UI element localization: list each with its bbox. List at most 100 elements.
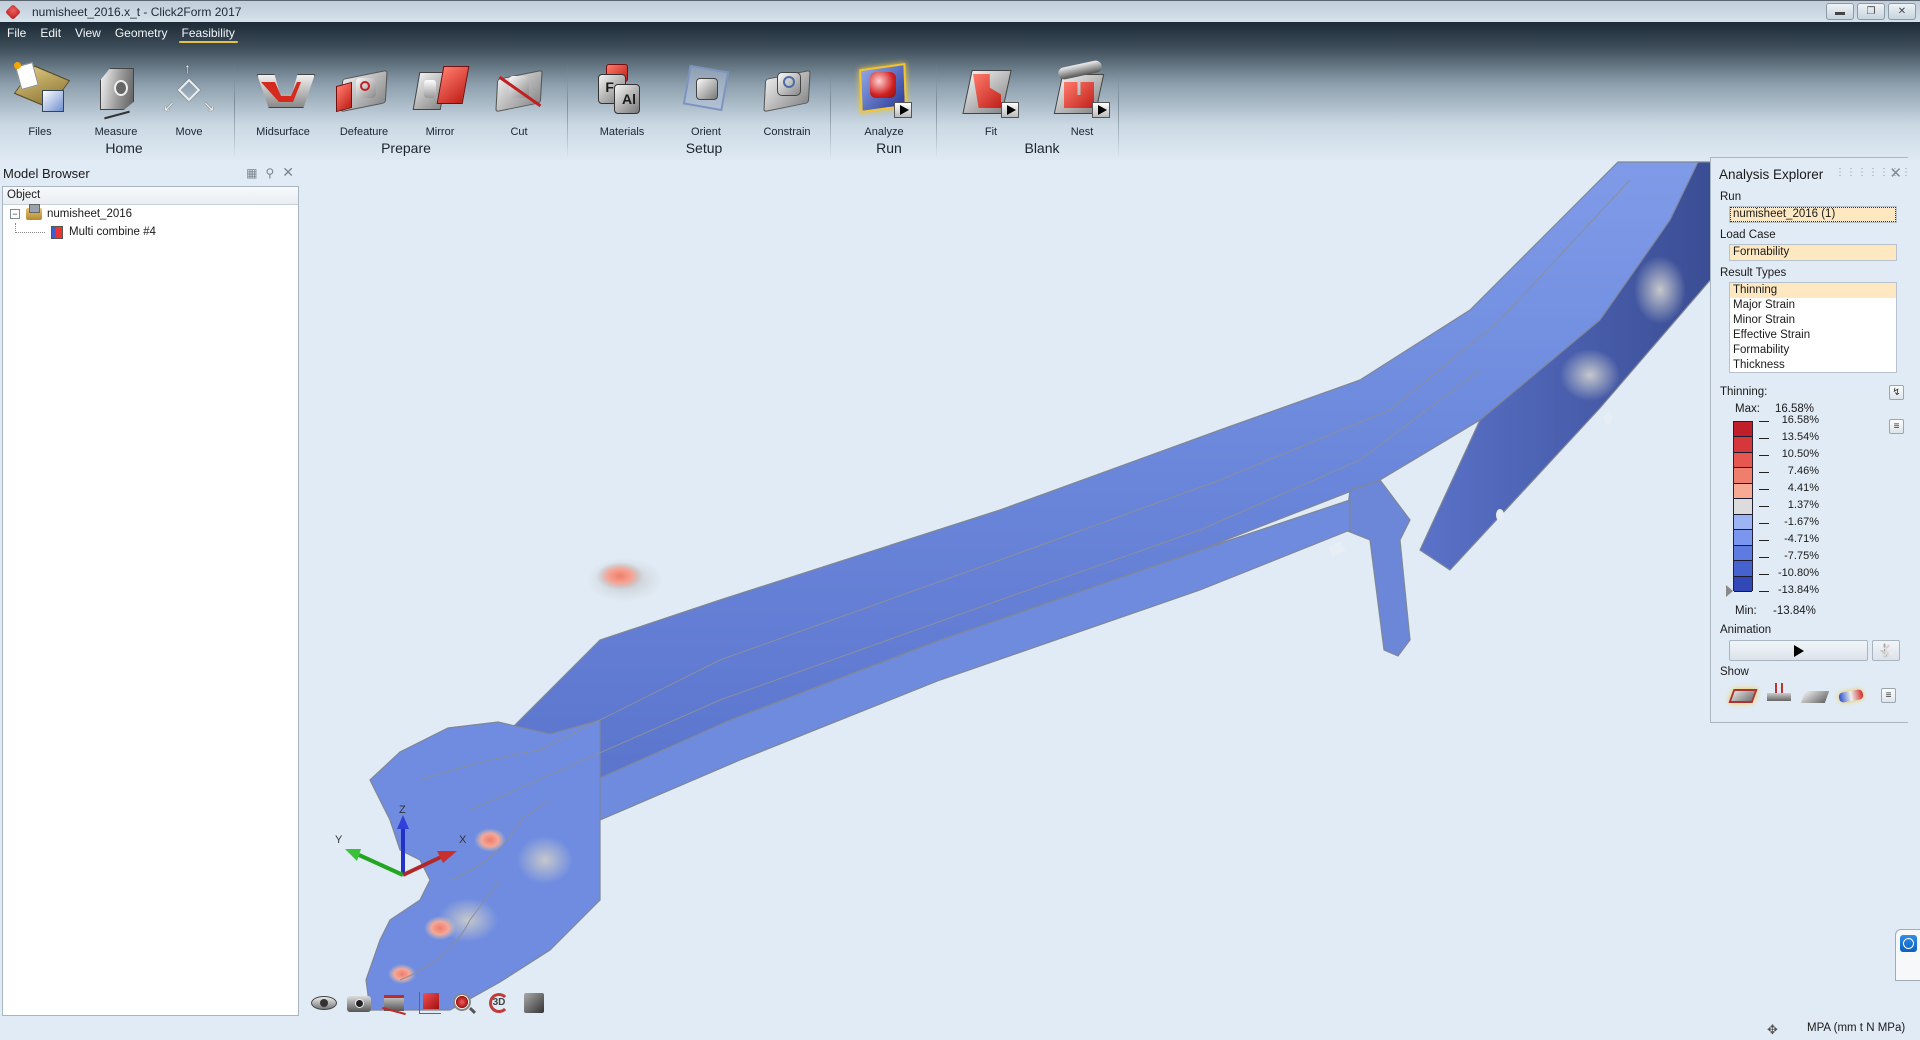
animation-speed-button[interactable]: 🐇: [1872, 640, 1900, 661]
legend-level-label: 10.50%: [1781, 448, 1819, 460]
legend-color-band: [1734, 576, 1752, 592]
play-badge-icon: [1092, 102, 1110, 118]
shaded-view-button[interactable]: [520, 990, 548, 1016]
tree-item-label: numisheet_2016: [47, 208, 133, 220]
measure-button[interactable]: Measure: [80, 60, 152, 138]
remote-support-tab[interactable]: [1895, 929, 1920, 981]
animation-play-button[interactable]: [1729, 640, 1868, 661]
files-button[interactable]: Files: [4, 60, 76, 138]
collapse-toggle[interactable]: −: [10, 209, 20, 219]
menu-view[interactable]: View: [68, 22, 108, 44]
files-icon: [10, 60, 71, 120]
load-case-select[interactable]: Formability: [1729, 244, 1897, 261]
mirror-button[interactable]: Mirror: [404, 60, 476, 138]
legend-title: Thinning:: [1720, 386, 1768, 398]
menu-file[interactable]: File: [0, 22, 33, 44]
ribbon: File Edit View Geometry Feasibility File…: [0, 22, 1920, 160]
group-home-label: Home: [105, 140, 143, 156]
tree-item-assembly[interactable]: − numisheet_2016: [3, 204, 298, 223]
analysis-explorer-title: Analysis Explorer: [1719, 167, 1824, 182]
menu-feasibility[interactable]: Feasibility: [175, 22, 242, 44]
thinning-hotspot: [474, 828, 506, 852]
result-type-thinning[interactable]: Thinning: [1730, 283, 1896, 298]
planar-view-button[interactable]: [415, 990, 443, 1016]
legend-color-band: [1734, 437, 1752, 453]
fit-button[interactable]: Fit: [955, 60, 1027, 138]
group-run-label: Run: [876, 140, 902, 156]
title-bar: numisheet_2016.x_t - Click2Form 2017 ❐ ✕: [0, 0, 1920, 22]
bracket-tab: [1344, 479, 1411, 657]
load-case-label: Load Case: [1720, 229, 1776, 241]
group-prepare-label: Prepare: [381, 140, 431, 156]
menu-icon: ≡: [1885, 690, 1892, 701]
materials-button[interactable]: Fe Al Materials: [586, 60, 658, 138]
midsurface-icon: [253, 60, 315, 120]
orient-icon: [676, 60, 736, 120]
tree-item-part[interactable]: Multi combine #4: [3, 223, 298, 241]
analyze-button[interactable]: Analyze: [848, 60, 920, 138]
result-type-minor-strain[interactable]: Minor Strain: [1730, 313, 1896, 328]
rotate-3d-button[interactable]: 3D: [485, 990, 513, 1016]
restore-button[interactable]: ❐: [1857, 3, 1885, 20]
rabbit-speed-icon: 🐇: [1877, 643, 1895, 658]
snapshot-button[interactable]: [345, 990, 373, 1016]
unit-system[interactable]: MPA (mm t N MPa): [1807, 1022, 1905, 1034]
tree-connector: [15, 223, 45, 233]
legend-slider-handle[interactable]: [1726, 585, 1733, 597]
move-button[interactable]: ↑ ↙ ↘ Move: [153, 60, 225, 138]
column-header-object[interactable]: Object: [3, 187, 298, 205]
legend-level-label: 1.37%: [1787, 499, 1819, 511]
mirror-label: Mirror: [425, 126, 455, 138]
defeature-button[interactable]: Defeature: [328, 60, 400, 138]
legend-menu-button[interactable]: ≡: [1889, 419, 1904, 434]
show-undeformed-button[interactable]: [1800, 683, 1830, 707]
search-icon[interactable]: ⚲: [265, 166, 274, 181]
show-loads-button[interactable]: [1765, 683, 1793, 707]
cut-button[interactable]: Cut: [483, 60, 555, 138]
model-browser-title: Model Browser: [3, 165, 90, 181]
view-eye-icon: [311, 996, 337, 1010]
show-deformed-button[interactable]: [1728, 683, 1758, 707]
measure-icon: [86, 60, 146, 120]
minimize-button[interactable]: [1826, 3, 1854, 20]
status-bar: ✥ MPA (mm t N MPa): [0, 1018, 1920, 1040]
show-contour-button[interactable]: [1837, 683, 1865, 707]
group-setup-label: Setup: [685, 140, 723, 156]
thinning-hotspot: [424, 916, 456, 940]
result-type-major-strain[interactable]: Major Strain: [1730, 298, 1896, 313]
close-panel-icon[interactable]: ✕: [282, 164, 294, 181]
show-options: [1728, 683, 1865, 707]
cut-label: Cut: [510, 126, 528, 138]
constrain-button[interactable]: Constrain: [751, 60, 823, 138]
result-type-thickness[interactable]: Thickness: [1730, 358, 1896, 373]
menu-geometry[interactable]: Geometry: [108, 22, 175, 44]
legend-color-band: [1734, 545, 1752, 562]
result-type-effective-strain[interactable]: Effective Strain: [1730, 328, 1896, 343]
legend-level-label: -13.84%: [1778, 584, 1819, 596]
legend-color-band: [1734, 514, 1752, 531]
axis-triad: Z Y X: [335, 805, 467, 877]
graphics-viewport[interactable]: Z Y X: [300, 160, 1920, 1018]
close-icon: ✕: [1897, 6, 1907, 17]
nest-label: Nest: [1070, 126, 1094, 138]
nest-button[interactable]: Nest: [1046, 59, 1118, 138]
close-button[interactable]: ✕: [1888, 3, 1916, 20]
orient-button[interactable]: Orient: [670, 60, 742, 138]
crosshair-icon[interactable]: ✥: [1767, 1022, 1778, 1038]
legend-lightning-button[interactable]: ↯: [1889, 385, 1904, 400]
play-badge-icon: [1001, 102, 1019, 118]
run-select[interactable]: numisheet_2016 (1): [1729, 206, 1897, 223]
legend-level-label: 13.54%: [1781, 431, 1819, 443]
tree-options-icon[interactable]: ▦: [246, 166, 257, 181]
view-eye-button[interactable]: [310, 990, 338, 1016]
close-panel-icon[interactable]: ✕: [1889, 164, 1902, 182]
menu-edit[interactable]: Edit: [33, 22, 68, 44]
show-menu-button[interactable]: ≡: [1881, 688, 1896, 703]
midsurface-button[interactable]: Midsurface: [247, 60, 319, 138]
thinning-hotspot: [517, 836, 573, 884]
zoom-fit-button[interactable]: [450, 990, 478, 1016]
thinning-hotspot: [596, 562, 644, 590]
result-type-formability[interactable]: Formability: [1730, 343, 1896, 358]
section-cut-button[interactable]: [380, 990, 408, 1016]
menu-bar: File Edit View Geometry Feasibility: [0, 22, 242, 44]
